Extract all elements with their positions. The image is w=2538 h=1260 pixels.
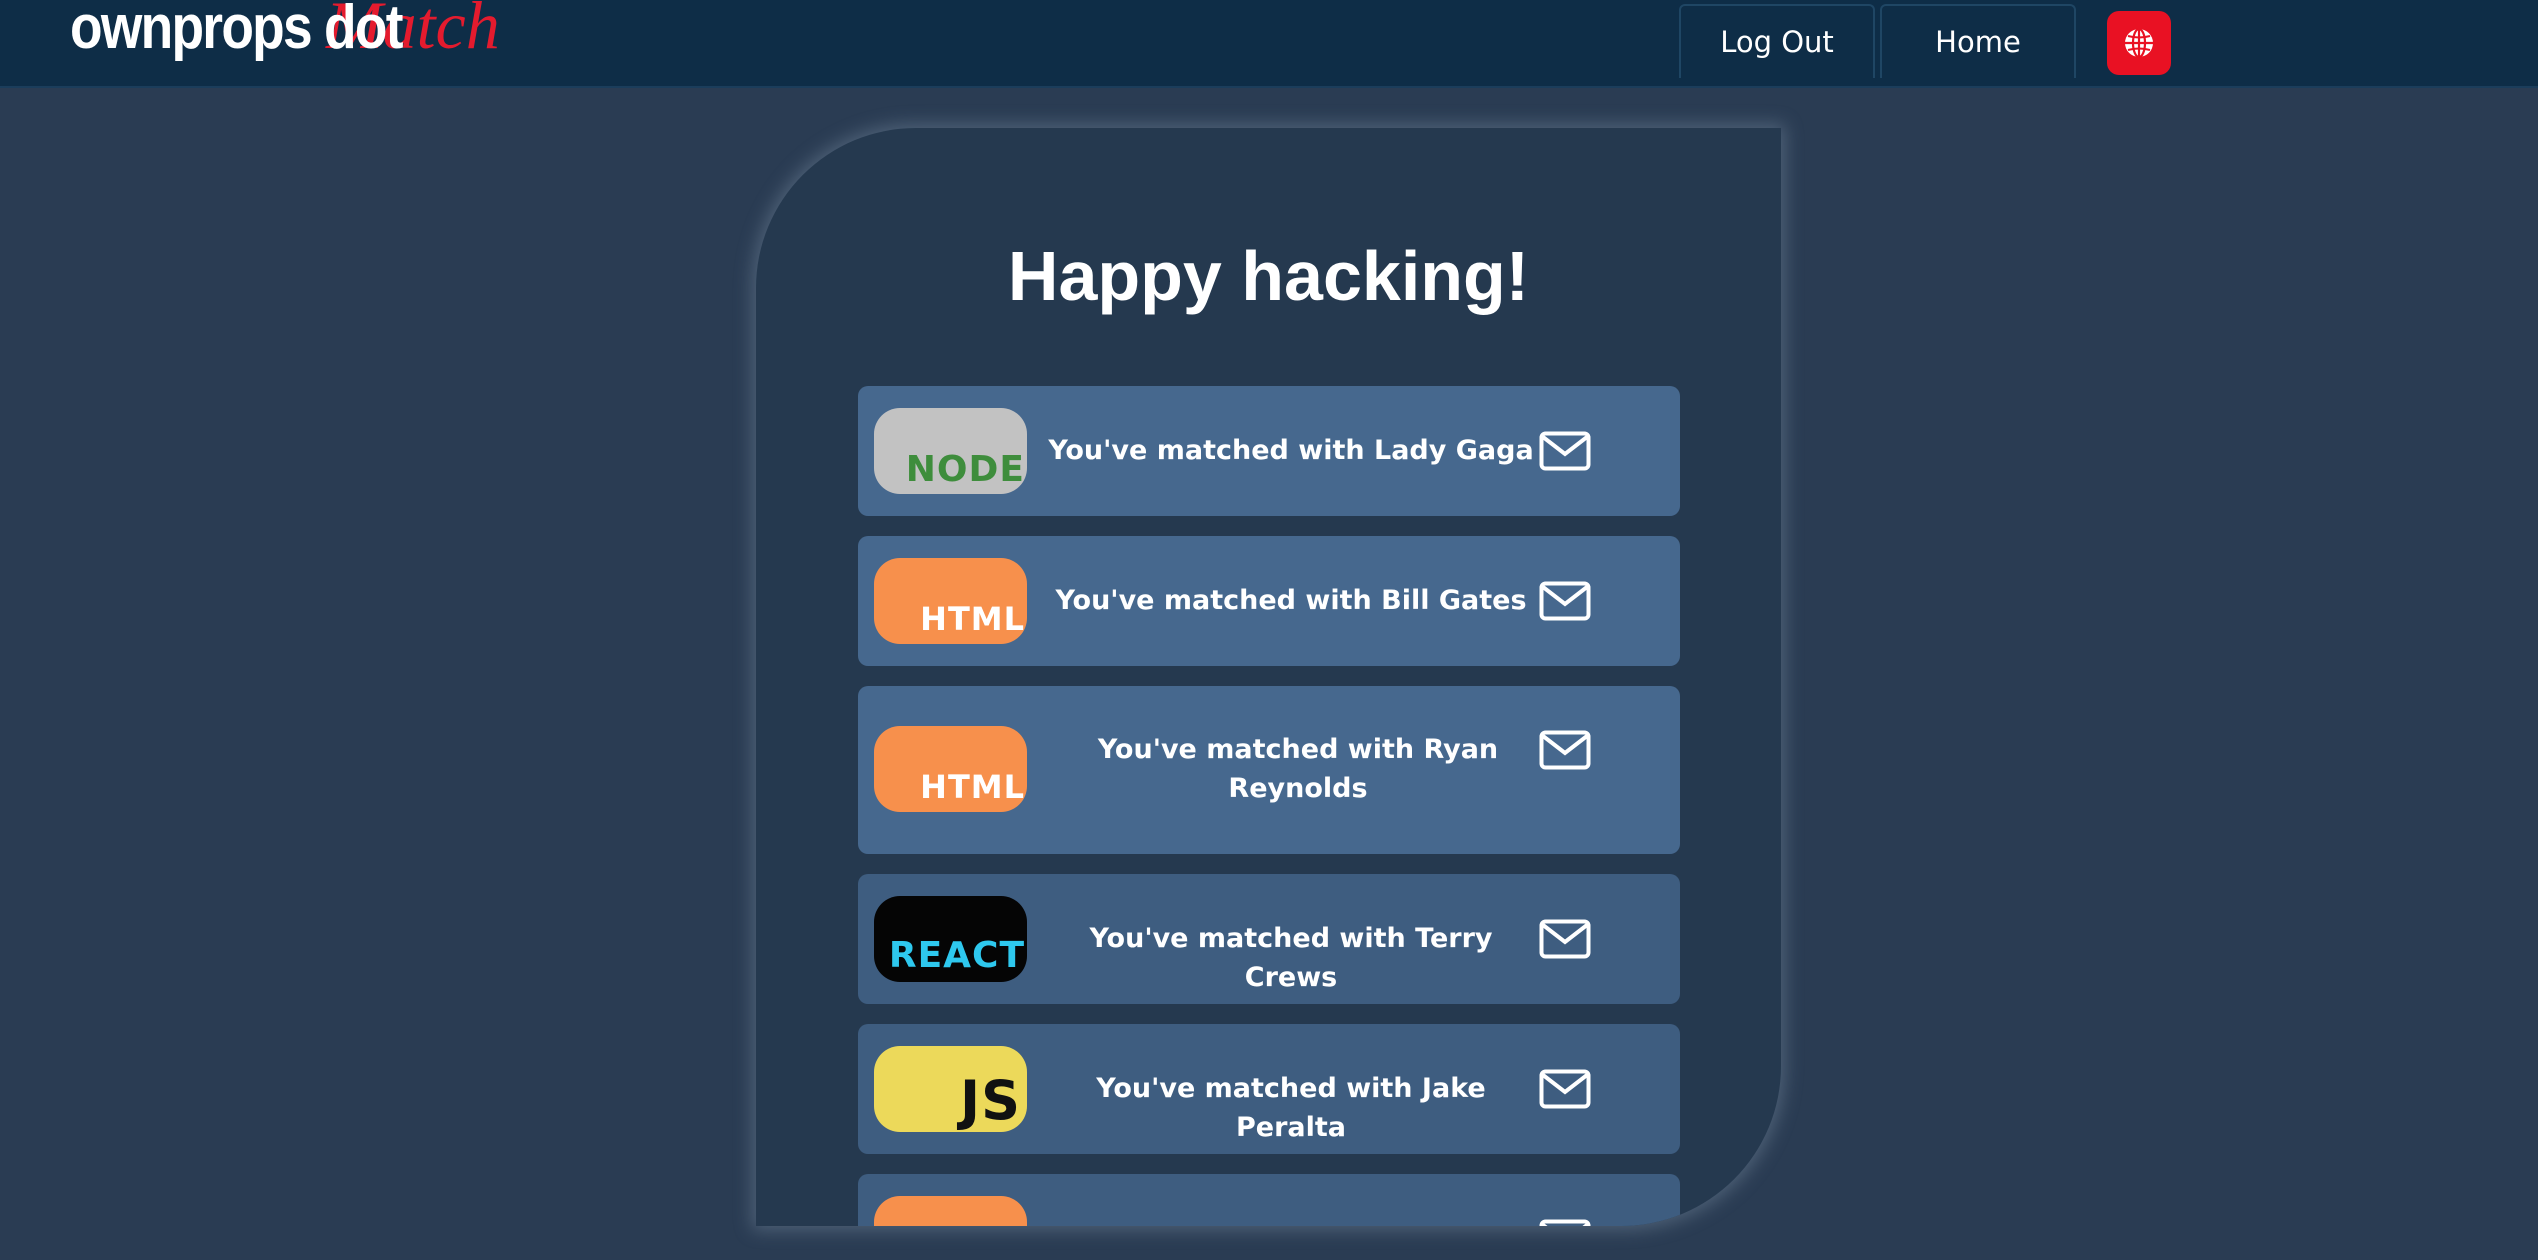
mail-icon[interactable] — [1539, 919, 1591, 959]
match-row[interactable]: REACT You've matched with Terry Crews — [858, 874, 1680, 1004]
match-text: You've matched with Ryan Reynolds — [1097, 734, 1499, 804]
home-button[interactable]: Home — [1880, 4, 2076, 78]
match-row[interactable]: HTML You've matched with Bill Gates — [858, 536, 1680, 666]
mail-icon[interactable] — [1539, 730, 1591, 770]
match-text: You've matched with Terry Crews — [1089, 923, 1493, 993]
match-text: You've matched with Jake Peralta — [1096, 1073, 1486, 1143]
match-avatar: JS — [874, 1046, 1027, 1132]
match-avatar: NODE — [874, 408, 1027, 494]
match-avatar: HTML — [874, 558, 1027, 644]
logo-main-text: ownprops dot — [70, 0, 404, 62]
match-text: You've matched with Bill Gates — [1055, 585, 1527, 616]
match-row[interactable]: NODE You've matched with Lady Gaga — [858, 386, 1680, 516]
globe-icon — [2125, 27, 2153, 59]
mail-icon[interactable] — [1539, 581, 1591, 621]
logout-button[interactable]: Log Out — [1679, 4, 1875, 78]
match-row[interactable]: JS You've matched with Jake Peralta — [858, 1024, 1680, 1154]
match-avatar — [874, 1196, 1027, 1226]
match-avatar: REACT — [874, 896, 1027, 982]
match-row[interactable] — [858, 1174, 1680, 1226]
page-title: Happy hacking! — [1007, 237, 1530, 315]
top-navbar: ownprops dot Match Log Out Home — [0, 0, 2538, 88]
language-button[interactable] — [2107, 11, 2171, 75]
mail-icon[interactable] — [1539, 1219, 1591, 1226]
match-text: You've matched with Lady Gaga — [1048, 435, 1534, 466]
matches-card: Happy hacking! NODE You've matched with … — [756, 128, 1781, 1226]
match-avatar: HTML — [874, 726, 1027, 812]
mail-icon[interactable] — [1539, 431, 1591, 471]
site-logo[interactable]: ownprops dot Match — [70, 0, 500, 76]
match-row[interactable]: HTML You've matched with Ryan Reynolds — [858, 686, 1680, 854]
mail-icon[interactable] — [1539, 1069, 1591, 1109]
